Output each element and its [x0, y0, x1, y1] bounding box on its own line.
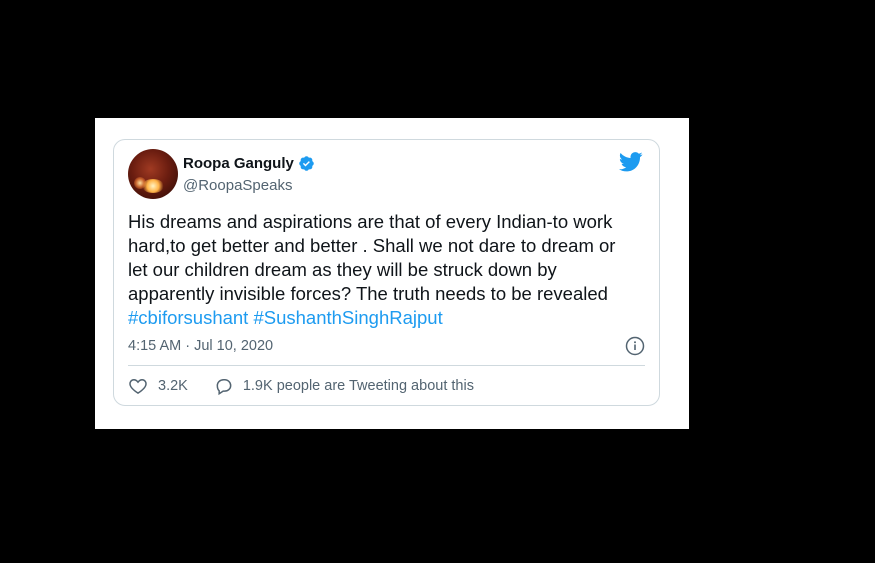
- engagement-text[interactable]: 1.9K people are Tweeting about this: [243, 378, 474, 394]
- divider: [128, 365, 645, 366]
- hashtag-line: #cbiforsushant #SushanthSinghRajput: [128, 306, 643, 330]
- like-count[interactable]: 3.2K: [158, 378, 188, 394]
- author-display-name[interactable]: Roopa Ganguly: [183, 155, 294, 172]
- tweet-text-line: hard,to get better and better . Shall we…: [128, 235, 616, 256]
- avatar[interactable]: [128, 149, 178, 199]
- tweet-text-line: His dreams and aspirations are that of e…: [128, 211, 613, 232]
- author-handle[interactable]: @RoopaSpeaks: [183, 177, 292, 194]
- clipped-article-text: ~ ~ ~ ~ ~ ~ ~ ~ ~ ~ ~ ~ ~ ~ ~ ~ ~ ~ ~ ~ …: [123, 118, 431, 125]
- heart-icon[interactable]: [128, 376, 148, 396]
- tweet-timestamp[interactable]: 4:15 AM · Jul 10, 2020: [128, 338, 273, 354]
- speech-bubble-icon[interactable]: [214, 376, 234, 396]
- twitter-bird-icon[interactable]: [618, 152, 643, 172]
- hashtag-link[interactable]: #cbiforsushant: [128, 307, 248, 328]
- tweet-body: His dreams and aspirations are that of e…: [128, 210, 643, 330]
- hashtag-link[interactable]: #SushanthSinghRajput: [253, 307, 442, 328]
- tweet-card[interactable]: Roopa Ganguly @RoopaSpeaks His dreams an…: [113, 139, 660, 406]
- page: ~ ~ ~ ~ ~ ~ ~ ~ ~ ~ ~ ~ ~ ~ ~ ~ ~ ~ ~ ~ …: [0, 0, 875, 563]
- verified-badge-icon: [298, 155, 315, 172]
- reply-group[interactable]: 1.9K people are Tweeting about this: [214, 376, 474, 396]
- author-name-row: Roopa Ganguly: [183, 155, 315, 172]
- tweet-text-line: apparently invisible forces? The truth n…: [128, 283, 608, 304]
- tweet-text-line: let our children dream as they will be s…: [128, 259, 557, 280]
- tweet-actions: 3.2K 1.9K people are Tweeting about this: [128, 376, 474, 396]
- info-icon[interactable]: [625, 336, 645, 356]
